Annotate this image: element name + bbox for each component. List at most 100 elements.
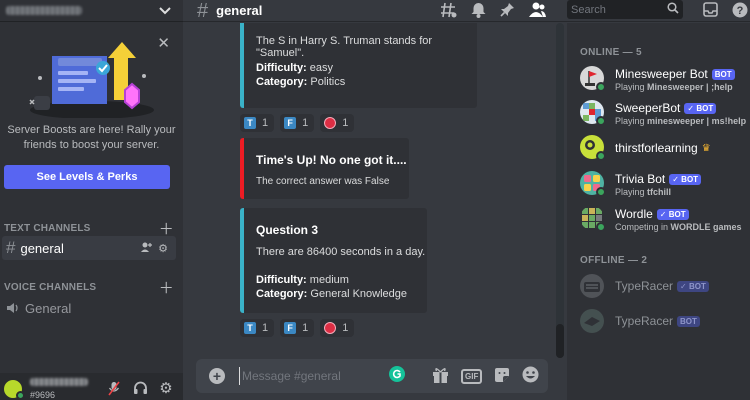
member-minesweeper-bot[interactable]: Minesweeper Bot BOT Playing Minesweeper |…	[580, 65, 748, 95]
online-status-icon	[596, 222, 606, 232]
embed-text: The correct answer was False	[256, 176, 390, 187]
member-thirstforlearning[interactable]: thirstforlearning ♛	[580, 134, 748, 164]
voice-channels-category[interactable]: VOICE CHANNELS ＋	[4, 277, 174, 298]
message-scrollbar[interactable]	[556, 23, 564, 358]
notification-bell-icon[interactable]	[471, 2, 486, 21]
gift-icon[interactable]	[432, 367, 449, 386]
server-name-blurred	[6, 6, 82, 15]
online-status-icon	[16, 391, 25, 400]
add-attachment-icon[interactable]: +	[209, 368, 225, 384]
category-value: General Knowledge	[310, 288, 408, 300]
hash-icon: #	[6, 238, 16, 257]
regional-t-icon: T	[244, 322, 256, 334]
channel-voice-general[interactable]: General	[2, 296, 176, 320]
member-name: Minesweeper Bot	[615, 67, 708, 81]
difficulty-line: Difficulty: medium	[256, 273, 349, 287]
member-list: ONLINE — 5 Minesweeper Bot BOT Playing Mi…	[567, 23, 750, 400]
chevron-down-icon[interactable]	[159, 4, 171, 18]
difficulty-label: Difficulty:	[256, 274, 307, 286]
mute-microphone-icon[interactable]	[106, 380, 122, 396]
bot-tag: BOT	[711, 68, 735, 80]
member-trivia-bot[interactable]: Trivia Bot ✓ BOT Playing tfchill	[580, 170, 748, 200]
user-settings-gear-icon[interactable]: ⚙	[158, 380, 174, 397]
red-circle-icon	[324, 117, 337, 129]
see-levels-perks-button[interactable]: See Levels & Perks	[4, 165, 170, 189]
speaker-icon	[6, 302, 20, 314]
channel-general[interactable]: # general ⚙	[2, 236, 176, 260]
reaction-false[interactable]: F 1	[280, 114, 315, 132]
reaction-red-circle[interactable]: 1	[320, 319, 355, 337]
reaction-red-circle[interactable]: 1	[320, 114, 355, 132]
regional-f-icon: F	[284, 322, 297, 334]
category-value: Politics	[310, 76, 346, 88]
reactions-row: T 1 F 1 1	[240, 114, 355, 132]
reaction-count: 1	[262, 322, 269, 334]
difficulty-label: Difficulty:	[256, 62, 307, 74]
boost-text: Server Boosts are here! Rally your frien…	[7, 124, 176, 151]
member-wordle[interactable]: Wordle ✓ BOT Competing in WORDLE games	[580, 205, 748, 235]
online-status-icon	[596, 151, 606, 161]
avatar[interactable]	[2, 378, 25, 400]
category-label: VOICE CHANNELS	[4, 282, 97, 293]
member-name: SweeperBot	[615, 101, 681, 115]
member-name: Wordle	[615, 207, 653, 221]
reaction-true[interactable]: T 1	[240, 114, 275, 132]
embed-title: Time's Up! No one got it....	[256, 153, 407, 167]
avatar	[580, 274, 604, 298]
category-line: Category: Politics	[256, 75, 345, 89]
difficulty-value: easy	[309, 62, 334, 74]
search-icon	[667, 2, 679, 17]
verified-bot-tag: ✓ BOT	[684, 102, 717, 114]
reaction-false[interactable]: F 1	[280, 319, 315, 337]
inbox-icon[interactable]	[703, 2, 718, 21]
channel-name: General	[25, 300, 72, 316]
boost-banner: ✕ Server Boosts are here! Rally your fri…	[0, 30, 183, 198]
member-name: thirstforlearning	[615, 141, 698, 155]
message-list: The S in Harry S. Truman stands for "Sam…	[183, 23, 555, 358]
regional-t-icon: T	[244, 117, 256, 129]
add-channel-icon[interactable]: ＋	[159, 277, 174, 298]
member-list-icon[interactable]	[529, 2, 546, 20]
scrollbar-thumb[interactable]	[556, 324, 564, 358]
message-input[interactable]	[239, 367, 379, 385]
hash-icon: #	[197, 0, 209, 22]
pinned-messages-icon[interactable]	[500, 2, 515, 21]
user-panel: #9696 ⚙	[0, 373, 183, 400]
online-status-icon	[596, 116, 606, 126]
member-name: TypeRacer	[615, 279, 674, 293]
member-typeracer[interactable]: TypeRacer BOT	[580, 308, 748, 338]
difficulty-value: medium	[309, 274, 349, 286]
message-composer: + GIF	[196, 359, 548, 393]
verified-bot-tag: ✓ BOT	[656, 208, 689, 220]
sticker-icon[interactable]	[494, 367, 510, 386]
threads-icon[interactable]	[441, 2, 457, 21]
invite-icon[interactable]	[141, 242, 153, 255]
close-icon[interactable]: ✕	[157, 36, 170, 51]
trivia-embed: The S in Harry S. Truman stands for "Sam…	[240, 23, 477, 108]
member-typeracer[interactable]: TypeRacer ✓ BOT	[580, 273, 748, 303]
category-label: Category:	[256, 288, 308, 300]
help-icon[interactable]: ?	[732, 2, 748, 21]
member-activity: Playing Minesweeper | ;help	[615, 82, 733, 92]
reaction-true[interactable]: T 1	[240, 319, 275, 337]
member-sweeperbot[interactable]: SweeperBot ✓ BOT Playing minesweeper | ms…	[580, 99, 748, 129]
boost-illustration-icon	[29, 42, 154, 118]
avatar	[580, 309, 604, 333]
times-up-embed: Time's Up! No one got it.... The correct…	[240, 138, 409, 199]
settings-gear-icon[interactable]: ⚙	[158, 242, 168, 255]
headphones-icon[interactable]	[132, 380, 148, 396]
crown-icon: ♛	[701, 142, 711, 154]
search-input[interactable]: Search	[567, 0, 683, 19]
reaction-count: 1	[302, 322, 309, 334]
online-status-icon	[596, 187, 606, 197]
reactions-row: T 1 F 1 1	[240, 319, 355, 337]
category-line: Category: General Knowledge	[256, 287, 407, 301]
emoji-icon[interactable]	[522, 366, 539, 386]
server-header[interactable]	[0, 0, 183, 22]
regional-f-icon: F	[284, 117, 297, 129]
member-name: TypeRacer	[615, 314, 674, 328]
grammarly-icon[interactable]	[389, 366, 405, 382]
gif-picker-button[interactable]: GIF	[461, 368, 483, 384]
member-name: Trivia Bot	[615, 172, 666, 186]
category-label: TEXT CHANNELS	[4, 223, 91, 234]
